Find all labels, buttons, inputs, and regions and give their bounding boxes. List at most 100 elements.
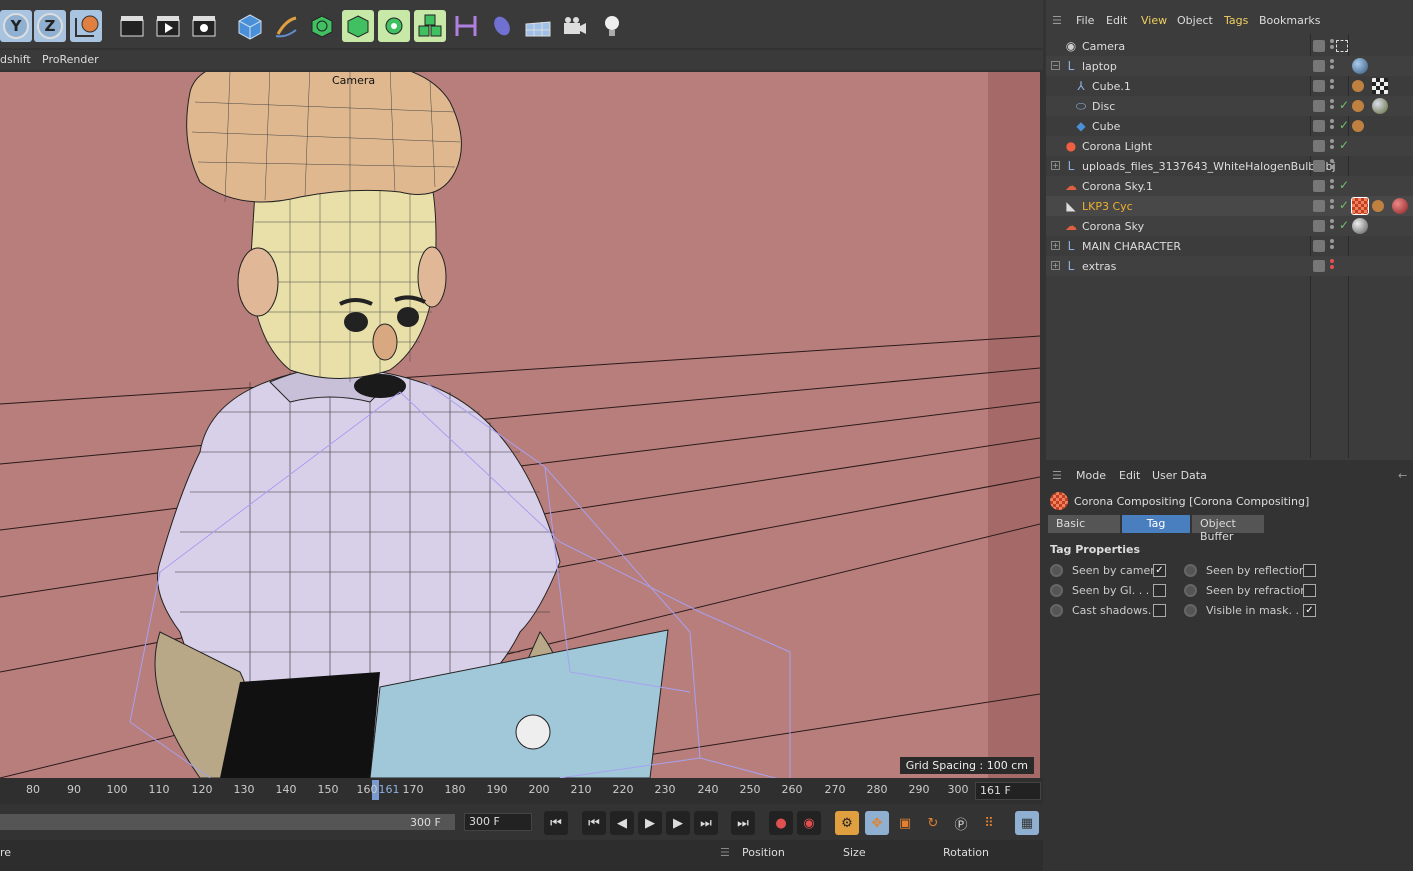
am-menu-edit[interactable]: Edit <box>1119 469 1140 482</box>
visibility-dots[interactable] <box>1330 79 1336 93</box>
go-to-end-button[interactable]: ⏭ <box>731 811 755 835</box>
tab-tag[interactable]: Tag <box>1122 515 1190 533</box>
visibility-dots[interactable] <box>1330 159 1336 173</box>
position-key-button[interactable]: ✥ <box>865 811 889 835</box>
rotation-key-button[interactable]: ↻ <box>921 811 945 835</box>
seen-by-camera-checkbox[interactable]: ✓ <box>1153 564 1166 577</box>
expand-icon[interactable]: + <box>1051 261 1060 270</box>
object-row-lkp3-cyc[interactable]: ◣ LKP3 Cyc ✓ <box>1046 196 1413 216</box>
field-button[interactable] <box>486 10 518 42</box>
expand-icon[interactable]: − <box>1051 61 1060 70</box>
corona-compositing-tag-icon[interactable] <box>1351 197 1369 215</box>
am-menu-mode[interactable]: Mode <box>1076 469 1106 482</box>
object-row-camera[interactable]: ◉ Camera <box>1046 36 1413 56</box>
tab-object-buffer[interactable]: Object Buffer <box>1192 515 1264 543</box>
editor-visibility-toggle[interactable] <box>1313 80 1325 92</box>
back-arrow-icon[interactable]: ← <box>1398 469 1407 482</box>
enabled-check-icon[interactable]: ✓ <box>1339 178 1349 192</box>
z-axis-lock-button[interactable]: Z <box>34 10 66 42</box>
phong-tag-icon[interactable] <box>1352 100 1364 112</box>
autokey-button[interactable]: ◉ <box>797 811 821 835</box>
render-view-button[interactable] <box>116 10 148 42</box>
animate-radio[interactable] <box>1184 564 1197 577</box>
om-menu-tags[interactable]: Tags <box>1224 14 1248 27</box>
object-row-laptop[interactable]: − L laptop <box>1046 56 1413 76</box>
timeline-window-button[interactable]: ▦ <box>1015 811 1039 835</box>
light-object-button[interactable] <box>596 10 628 42</box>
phong-tag-icon[interactable] <box>1352 80 1364 92</box>
animate-radio[interactable] <box>1184 604 1197 617</box>
editor-visibility-toggle[interactable] <box>1313 60 1325 72</box>
camera-protection-tag-icon[interactable] <box>1336 40 1348 52</box>
om-menu-edit[interactable]: Edit <box>1106 14 1127 27</box>
editor-visibility-toggle[interactable] <box>1313 40 1325 52</box>
next-key-button[interactable]: ⏭ <box>694 811 718 835</box>
coords-menu-icon[interactable]: ☰ <box>720 846 730 859</box>
add-cube-button[interactable] <box>234 10 266 42</box>
pen-tool-button[interactable] <box>270 10 302 42</box>
cloner-button[interactable] <box>342 10 374 42</box>
render-settings-button[interactable] <box>188 10 220 42</box>
editor-visibility-toggle[interactable] <box>1313 220 1325 232</box>
camera-object-button[interactable] <box>558 10 590 42</box>
previous-frame-button[interactable]: ◀ <box>610 811 634 835</box>
editor-visibility-toggle[interactable] <box>1313 260 1325 272</box>
visibility-dots[interactable] <box>1330 219 1336 233</box>
expand-icon[interactable]: + <box>1051 161 1060 170</box>
om-menu-object[interactable]: Object <box>1177 14 1213 27</box>
object-row-corona-sky-1[interactable]: ☁ Corona Sky.1 ✓ <box>1046 176 1413 196</box>
y-axis-lock-button[interactable]: Y <box>0 10 32 42</box>
expand-icon[interactable]: + <box>1051 241 1060 250</box>
sky-material-tag-icon[interactable] <box>1352 218 1368 234</box>
play-button[interactable]: ▶ <box>638 811 662 835</box>
material-tag-icon[interactable] <box>1372 98 1388 114</box>
editor-visibility-toggle[interactable] <box>1313 120 1325 132</box>
viewport-menu-redshift[interactable]: dshift <box>0 53 31 66</box>
current-frame-field[interactable]: 161 F <box>975 782 1041 800</box>
material-tag-icon[interactable] <box>1392 198 1408 214</box>
editor-visibility-toggle[interactable] <box>1313 100 1325 112</box>
visibility-dots[interactable] <box>1330 139 1336 153</box>
tab-basic[interactable]: Basic <box>1048 515 1120 533</box>
object-row-disc[interactable]: ⬭ Disc ✓ <box>1046 96 1413 116</box>
scale-key-button[interactable]: ▣ <box>893 811 917 835</box>
visibility-dots[interactable] <box>1330 239 1336 253</box>
enabled-check-icon[interactable]: ✓ <box>1339 218 1349 232</box>
editor-visibility-toggle[interactable] <box>1313 200 1325 212</box>
phong-tag-icon[interactable] <box>1352 120 1364 132</box>
enabled-check-icon[interactable]: ✓ <box>1339 98 1349 112</box>
object-row-cube[interactable]: ◆ Cube ✓ <box>1046 116 1413 136</box>
editor-visibility-toggle[interactable] <box>1313 140 1325 152</box>
am-menu-user-data[interactable]: User Data <box>1152 469 1207 482</box>
object-row-cube-1[interactable]: ⅄ Cube.1 <box>1046 76 1413 96</box>
editor-visibility-toggle[interactable] <box>1313 160 1325 172</box>
animate-radio[interactable] <box>1050 584 1063 597</box>
visibility-dots[interactable] <box>1330 119 1336 133</box>
visibility-dots[interactable] <box>1330 99 1336 113</box>
om-menu-file[interactable]: File <box>1076 14 1094 27</box>
enabled-check-icon[interactable]: ✓ <box>1339 118 1349 132</box>
cast-shadows-checkbox[interactable] <box>1153 604 1166 617</box>
next-frame-button[interactable]: ▶ <box>666 811 690 835</box>
record-keys-button[interactable]: ● <box>769 811 793 835</box>
keyframe-selection-button[interactable]: ⚙ <box>835 811 859 835</box>
previous-key-button[interactable]: ⏮ <box>582 811 606 835</box>
visibility-dots[interactable] <box>1330 179 1336 193</box>
phong-tag-icon[interactable] <box>1372 200 1384 212</box>
mograph-effector-button[interactable] <box>378 10 410 42</box>
enabled-check-icon[interactable]: ✓ <box>1339 198 1349 212</box>
animate-radio[interactable] <box>1050 604 1063 617</box>
object-row-extras[interactable]: + L extras <box>1046 256 1413 276</box>
max-frame-field[interactable]: 300 F <box>464 813 532 831</box>
object-row-halogen-bulb[interactable]: + L uploads_files_3137643_WhiteHalogenBu… <box>1046 156 1413 176</box>
om-hamburger-icon[interactable]: ☰ <box>1052 14 1062 27</box>
visibility-dots[interactable] <box>1330 59 1336 73</box>
editor-visibility-toggle[interactable] <box>1313 240 1325 252</box>
seen-by-reflections-checkbox[interactable] <box>1303 564 1316 577</box>
material-tag-icon[interactable] <box>1352 58 1368 74</box>
viewport-menu-prorender[interactable]: ProRender <box>42 53 99 66</box>
timeline-ruler[interactable]: 80 90 100 110 120 130 140 150 160 161 17… <box>0 778 1043 804</box>
seen-by-refractions-checkbox[interactable] <box>1303 584 1316 597</box>
parameter-key-button[interactable]: Ⓟ <box>949 811 973 835</box>
animate-radio[interactable] <box>1050 564 1063 577</box>
